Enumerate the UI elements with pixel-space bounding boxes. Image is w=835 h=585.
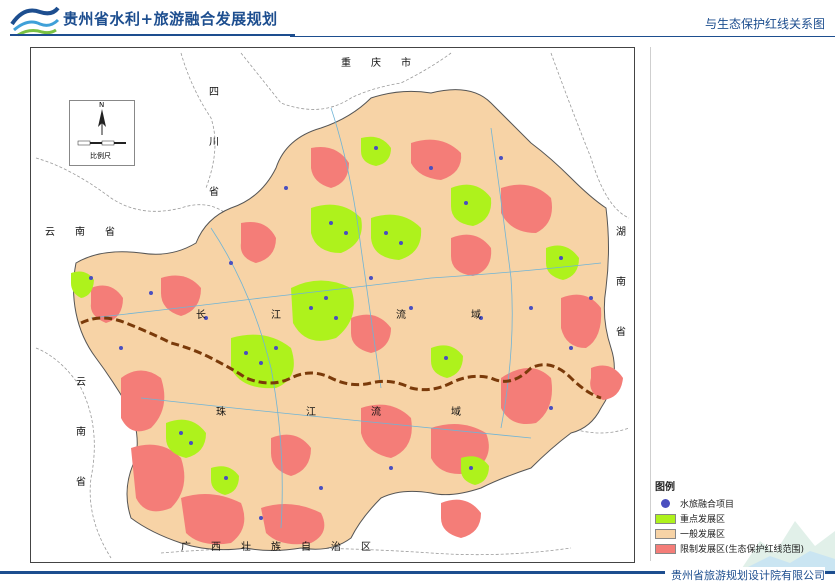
map-subtitle: 与生态保护红线关系图 (704, 17, 825, 31)
compass-scale: N 比例尺 (69, 100, 135, 166)
logo-wave-icon (10, 6, 60, 37)
footer-company: 贵州省旅游规划设计院有限公司 (665, 567, 825, 583)
legend: 图例 水旅融合项目 重点发展区 一般发展区 限制发展区(生态保护红线范围) (655, 478, 831, 556)
label-zhujiang-1: 珠 (216, 407, 226, 418)
scale-label: 比例尺 (90, 152, 111, 160)
legend-label: 重点发展区 (680, 515, 726, 525)
label-changjiang-3: 流 (396, 310, 406, 321)
label-yunnan-2: 南 (76, 427, 86, 438)
label-yunnan-top: 云 南 省 (45, 227, 115, 238)
legend-label: 限制发展区(生态保护红线范围) (680, 545, 805, 555)
label-zhujiang-4: 域 (451, 407, 461, 418)
page-title: 贵州省水利+旅游融合发展规划 (63, 10, 278, 28)
legend-item-key-zone: 重点发展区 (655, 511, 831, 526)
legend-label: 水旅融合项目 (680, 500, 735, 510)
header-divider-thin (290, 36, 835, 37)
label-sichuan-2: 川 (209, 137, 219, 148)
label-chongqing: 重 庆 市 (341, 58, 411, 69)
legend-label: 一般发展区 (680, 530, 726, 540)
label-changjiang-4: 域 (471, 310, 481, 321)
legend-title: 图例 (655, 482, 675, 493)
label-zhujiang-2: 江 (306, 407, 316, 418)
restricted-zone-swatch (655, 543, 676, 554)
label-sichuan-1: 四 (209, 87, 219, 98)
label-hunan-3: 省 (616, 327, 626, 338)
legend-item-restricted-zone: 限制发展区(生态保护红线范围) (655, 541, 831, 556)
header-divider (10, 34, 295, 36)
key-zone-swatch (655, 513, 676, 524)
label-guangxi: 广 西 壮 族 自 治 区 (181, 542, 371, 553)
label-changjiang-1: 长 (196, 310, 206, 321)
legend-item-project: 水旅融合项目 (655, 496, 831, 511)
label-sichuan-3: 省 (209, 187, 219, 198)
legend-item-general-zone: 一般发展区 (655, 526, 831, 541)
label-changjiang-2: 江 (271, 310, 281, 321)
label-hunan-1: 湖 (616, 227, 626, 238)
label-yunnan-3: 省 (76, 477, 86, 488)
north-label: N (99, 101, 105, 109)
page-header: 贵州省水利+旅游融合发展规划 与生态保护红线关系图 (0, 0, 835, 40)
general-zone-swatch (655, 528, 676, 539)
label-zhujiang-3: 流 (371, 407, 381, 418)
label-hunan-2: 南 (616, 277, 626, 288)
project-dot-icon (655, 498, 676, 509)
label-yunnan-1: 云 (76, 377, 86, 388)
map-frame[interactable]: N 比例尺 重 庆 市 四 川 省 云 南 省 湖 南 省 云 南 省 广 西 … (30, 47, 635, 563)
